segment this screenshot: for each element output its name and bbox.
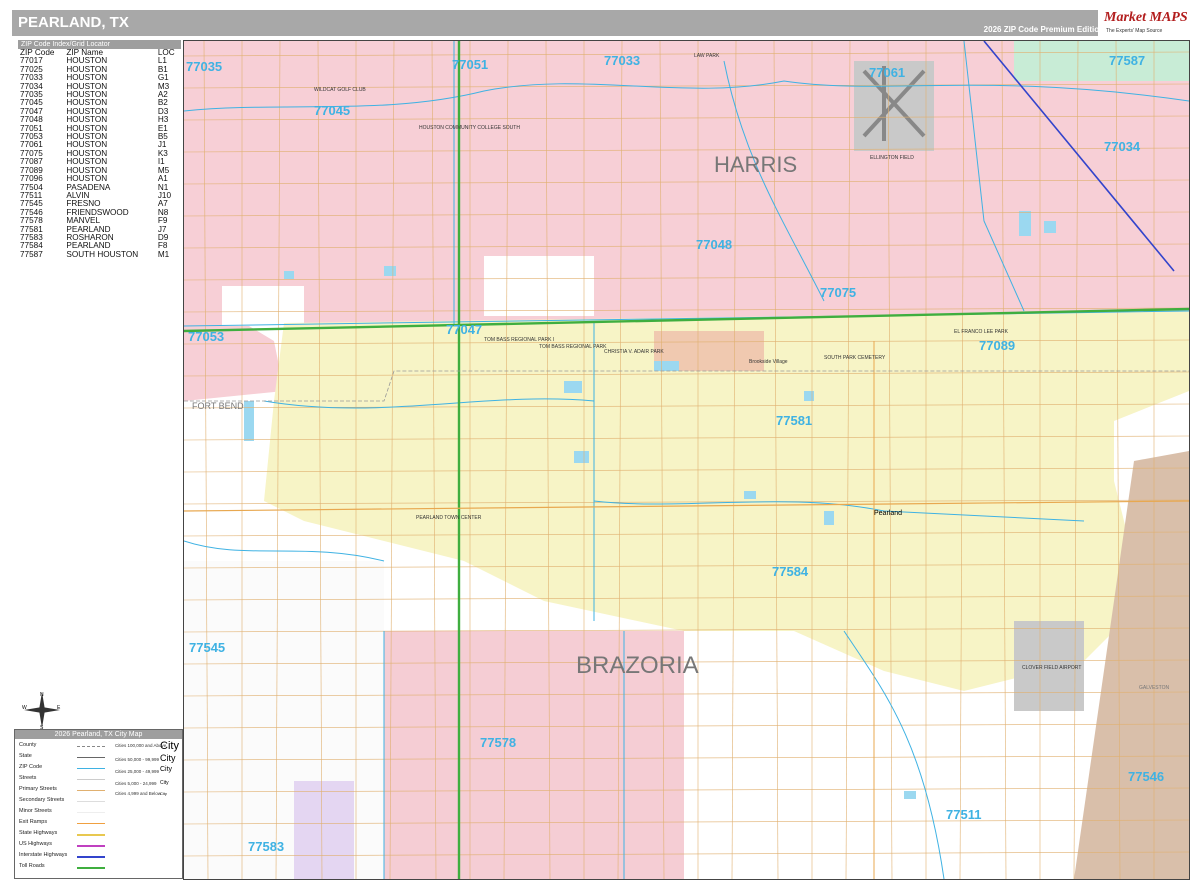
svg-text:W: W [22, 705, 27, 711]
brand-logo: Market MAPS The Experts' Map Source [1098, 8, 1188, 40]
legend-swatch [77, 768, 105, 769]
zip-label: 77035 [186, 59, 222, 74]
place-label: CHRISTIA V. ADAIR PARK [604, 349, 664, 355]
legend-city-sample: City [160, 780, 169, 786]
place-label: WILDCAT GOLF CLUB [314, 87, 366, 93]
zip-index-row: 77504 PASADENA N1 [18, 183, 181, 192]
title-bar: PEARLAND, TX 2026 ZIP Code Premium Editi… [12, 10, 1112, 36]
place-label: TOM BASS REGIONAL PARK [539, 344, 607, 350]
zip-label: 77546 [1128, 769, 1164, 784]
legend-item: Minor Streets [19, 808, 52, 814]
legend-population: Cities 5,000 - 24,999 [115, 781, 157, 786]
legend-swatch [77, 856, 105, 858]
legend-swatch [77, 823, 105, 824]
legend-title: 2026 Pearland, TX City Map [15, 730, 182, 739]
zip-index-row: 77587 SOUTH HOUSTON M1 [18, 249, 181, 259]
zip-index-table: ZIP Code ZIP Name LOC 77017 HOUSTON L1 7702… [18, 48, 181, 259]
compass-rose: N S E W [22, 690, 62, 731]
legend-swatch [77, 812, 105, 813]
place-label: TOM BASS REGIONAL PARK I [484, 337, 554, 343]
zip-label: 77053 [188, 329, 224, 344]
legend-item: Interstate Highways [19, 852, 68, 858]
legend-swatch [77, 790, 105, 791]
zip-label: 77051 [452, 57, 488, 72]
legend-swatch [77, 845, 105, 847]
unincorporated-area [222, 286, 304, 326]
legend-city-sample: City [160, 740, 179, 752]
county-label-harris: HARRIS [714, 152, 797, 177]
legend-item: County [19, 742, 37, 748]
brand-name: Market MAPS [1104, 10, 1188, 25]
county-label-brazoria: BRAZORIA [576, 652, 699, 679]
legend-item: Secondary Streets [19, 797, 65, 803]
legend-population: Cities 4,999 and Below [115, 791, 162, 796]
zip-label: 77089 [979, 338, 1015, 353]
legend-population: Cities 100,000 and Above [115, 743, 167, 748]
place-label: HOUSTON COMMUNITY COLLEGE SOUTH [419, 125, 520, 131]
place-label: EL FRANCO LEE PARK [954, 329, 1009, 335]
zip-label: 77581 [776, 413, 812, 428]
svg-text:N: N [40, 692, 44, 698]
legend-population: Cities 25,000 - 49,999 [115, 769, 160, 774]
legend-item: Primary Streets [19, 786, 57, 792]
legend-city-sample: City [160, 766, 173, 773]
legend-item: ZIP Code [19, 764, 43, 770]
zip-label: 77584 [772, 564, 809, 579]
zip-label: 77034 [1104, 139, 1141, 154]
zip-label: 77033 [604, 53, 640, 68]
legend-swatch [77, 834, 105, 836]
legend-item: Toll Roads [19, 863, 45, 869]
legend-item: Streets [19, 775, 37, 781]
zip-label: 77045 [314, 103, 350, 118]
legend-city-sample: City [160, 753, 176, 763]
map-title: PEARLAND, TX [18, 14, 129, 31]
svg-text:E: E [57, 705, 61, 711]
city-label-pearland: Pearland [874, 510, 902, 517]
place-label: Brookside Village [749, 359, 788, 365]
place-label: SOUTH PARK CEMETERY [824, 355, 886, 361]
place-label: PEARLAND TOWN CENTER [416, 515, 482, 521]
zip-label: 77545 [189, 640, 225, 655]
zip-label: 77047 [446, 322, 482, 337]
rosharon-area [294, 781, 354, 879]
zip-index-panel: ZIP Code Index/Grid Locator ZIP Code ZIP… [18, 40, 181, 259]
zip-name-cell: SOUTH HOUSTON [66, 249, 139, 259]
legend-swatch [77, 867, 105, 869]
zip-label: 77583 [248, 839, 284, 854]
grid-loc-cell: M1 [157, 249, 170, 259]
map-legend: 2026 Pearland, TX City Map County State … [14, 729, 183, 879]
legend-swatch [77, 746, 105, 747]
legend-swatch [77, 757, 105, 758]
legend-item: Exit Ramps [19, 819, 48, 825]
zip-label: 77061 [869, 65, 905, 80]
legend-city-sample: City [160, 791, 167, 796]
brand-tagline: The Experts' Map Source [1106, 28, 1163, 34]
zip-label: 77048 [696, 237, 732, 252]
zip-label: 77511 [946, 807, 981, 822]
map-canvas[interactable]: 77035 77051 77033 77061 77587 77045 7703… [184, 41, 1189, 879]
legend-item: State Highways [19, 830, 58, 836]
legend-item: US Highways [19, 841, 53, 847]
legend-item: State [19, 753, 32, 759]
compass-icon: N S E W [22, 692, 61, 731]
zip-label: 77587 [1109, 53, 1145, 68]
place-label: CLOVER FIELD AIRPORT [1022, 665, 1081, 671]
legend-swatch [77, 779, 105, 780]
place-label: LAW PARK [694, 53, 720, 59]
zip-code-cell: 77587 [20, 249, 43, 259]
county-label-galveston: GALVESTON [1139, 685, 1169, 691]
zip-label: 77578 [480, 735, 516, 750]
legend-swatch [77, 801, 105, 802]
edition-label: 2026 ZIP Code Premium Edition [983, 25, 1104, 34]
county-label-fort-bend: FORT BEND [192, 401, 244, 411]
map-area[interactable]: 77035 77051 77033 77061 77587 77045 7703… [183, 40, 1190, 880]
place-label: ELLINGTON FIELD [870, 155, 914, 161]
legend-population: Cities 50,000 - 99,999 [115, 757, 160, 762]
unincorporated-area [484, 256, 594, 316]
zip-label: 77075 [820, 285, 856, 300]
